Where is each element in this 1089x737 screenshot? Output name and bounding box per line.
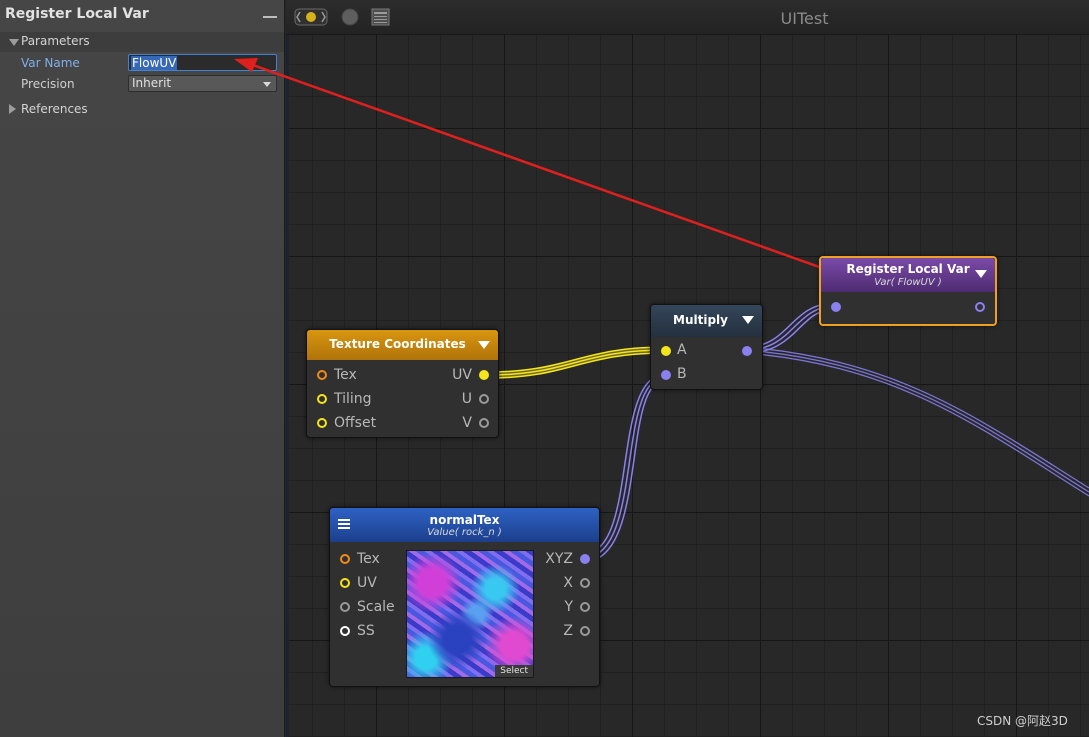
output-port-v-label: V xyxy=(462,415,472,431)
dropdown-caret-icon xyxy=(263,82,271,87)
node-header[interactable]: Texture Coordinates xyxy=(307,330,498,360)
normal-tex-node[interactable]: normalTex Value( rock_n ) Tex UV Scale S… xyxy=(329,507,600,687)
node-subtitle: Var( FlowUV ) xyxy=(874,277,942,288)
node-title: Register Local Var xyxy=(846,262,970,276)
output-port-x-dot[interactable] xyxy=(580,578,590,588)
graph-title: UITest xyxy=(780,9,829,28)
var-name-label: Var Name xyxy=(21,56,80,70)
node-header[interactable]: normalTex Value( rock_n ) xyxy=(330,508,599,542)
output-port-dot[interactable] xyxy=(742,346,752,356)
input-port-tex-label: Tex xyxy=(357,551,380,567)
canvas-border xyxy=(286,0,289,737)
input-port-uv-label: UV xyxy=(357,575,377,591)
output-port-y-label: Y xyxy=(564,599,573,615)
input-port-tiling-dot[interactable] xyxy=(317,394,327,404)
references-section-header[interactable]: References xyxy=(0,100,284,120)
input-port-ss-dot[interactable] xyxy=(340,626,350,636)
input-port-a-dot[interactable] xyxy=(661,346,671,356)
input-port-dot[interactable] xyxy=(831,302,841,312)
texture-preview[interactable]: Select xyxy=(406,550,534,678)
output-port-z-dot[interactable] xyxy=(580,626,590,636)
parameters-section-header[interactable]: Parameters xyxy=(0,32,284,52)
input-port-offset-dot[interactable] xyxy=(317,418,327,428)
chevron-down-icon[interactable] xyxy=(742,316,754,324)
node-header[interactable]: Multiply xyxy=(651,305,762,337)
references-label: References xyxy=(21,102,88,116)
chevron-down-icon xyxy=(9,39,19,46)
input-port-scale-label: Scale xyxy=(357,599,395,615)
chevron-down-icon[interactable] xyxy=(975,270,987,278)
input-port-tiling-label: Tiling xyxy=(334,391,372,407)
output-port-xyz-dot[interactable] xyxy=(580,554,590,564)
node-subtitle: Value( rock_n ) xyxy=(427,527,502,538)
node-title: normalTex xyxy=(429,513,500,527)
output-port-xyz-label: XYZ xyxy=(545,551,573,567)
output-port-x-label: X xyxy=(563,575,573,591)
node-title: Texture Coordinates xyxy=(329,337,466,351)
precision-label: Precision xyxy=(21,77,75,91)
output-port-u-dot[interactable] xyxy=(479,394,489,404)
input-port-ss-label: SS xyxy=(357,623,375,639)
input-port-a-label: A xyxy=(677,342,687,358)
watermark: CSDN @阿赵3D xyxy=(977,714,1068,728)
precision-value: Inherit xyxy=(132,76,172,90)
input-port-b-dot[interactable] xyxy=(661,370,671,380)
output-port-uv-dot[interactable] xyxy=(479,370,489,380)
output-port-z-label: Z xyxy=(563,623,573,639)
input-port-tex-dot[interactable] xyxy=(317,370,327,380)
output-port-u-label: U xyxy=(461,391,472,407)
select-texture-button[interactable]: Select xyxy=(495,665,533,677)
output-port-dot[interactable] xyxy=(975,302,985,312)
input-port-b-label: B xyxy=(677,366,687,382)
inspector-panel: Register Local Var Parameters Var Name F… xyxy=(0,0,285,737)
multiply-node[interactable]: Multiply A B xyxy=(650,304,763,390)
parameters-label: Parameters xyxy=(21,34,90,48)
output-port-uv-label: UV xyxy=(452,367,472,383)
precision-select[interactable]: Inherit xyxy=(128,75,277,92)
input-port-uv-dot[interactable] xyxy=(340,578,350,588)
chevron-down-icon[interactable] xyxy=(478,341,490,349)
input-port-scale-dot[interactable] xyxy=(340,602,350,612)
output-port-v-dot[interactable] xyxy=(479,418,489,428)
texture-coordinates-node[interactable]: Texture Coordinates Tex Tiling Offset UV… xyxy=(306,329,499,438)
var-name-value[interactable]: FlowUV xyxy=(131,56,178,70)
node-header[interactable]: Register Local Var Var( FlowUV ) xyxy=(821,258,995,292)
input-port-tex-dot[interactable] xyxy=(340,554,350,564)
input-port-offset-label: Offset xyxy=(334,415,377,431)
var-name-input[interactable]: FlowUV xyxy=(128,54,277,71)
chevron-right-icon xyxy=(9,104,16,114)
register-local-var-node[interactable]: Register Local Var Var( FlowUV ) xyxy=(819,256,997,326)
input-port-tex-label: Tex xyxy=(334,367,357,383)
output-port-y-dot[interactable] xyxy=(580,602,590,612)
